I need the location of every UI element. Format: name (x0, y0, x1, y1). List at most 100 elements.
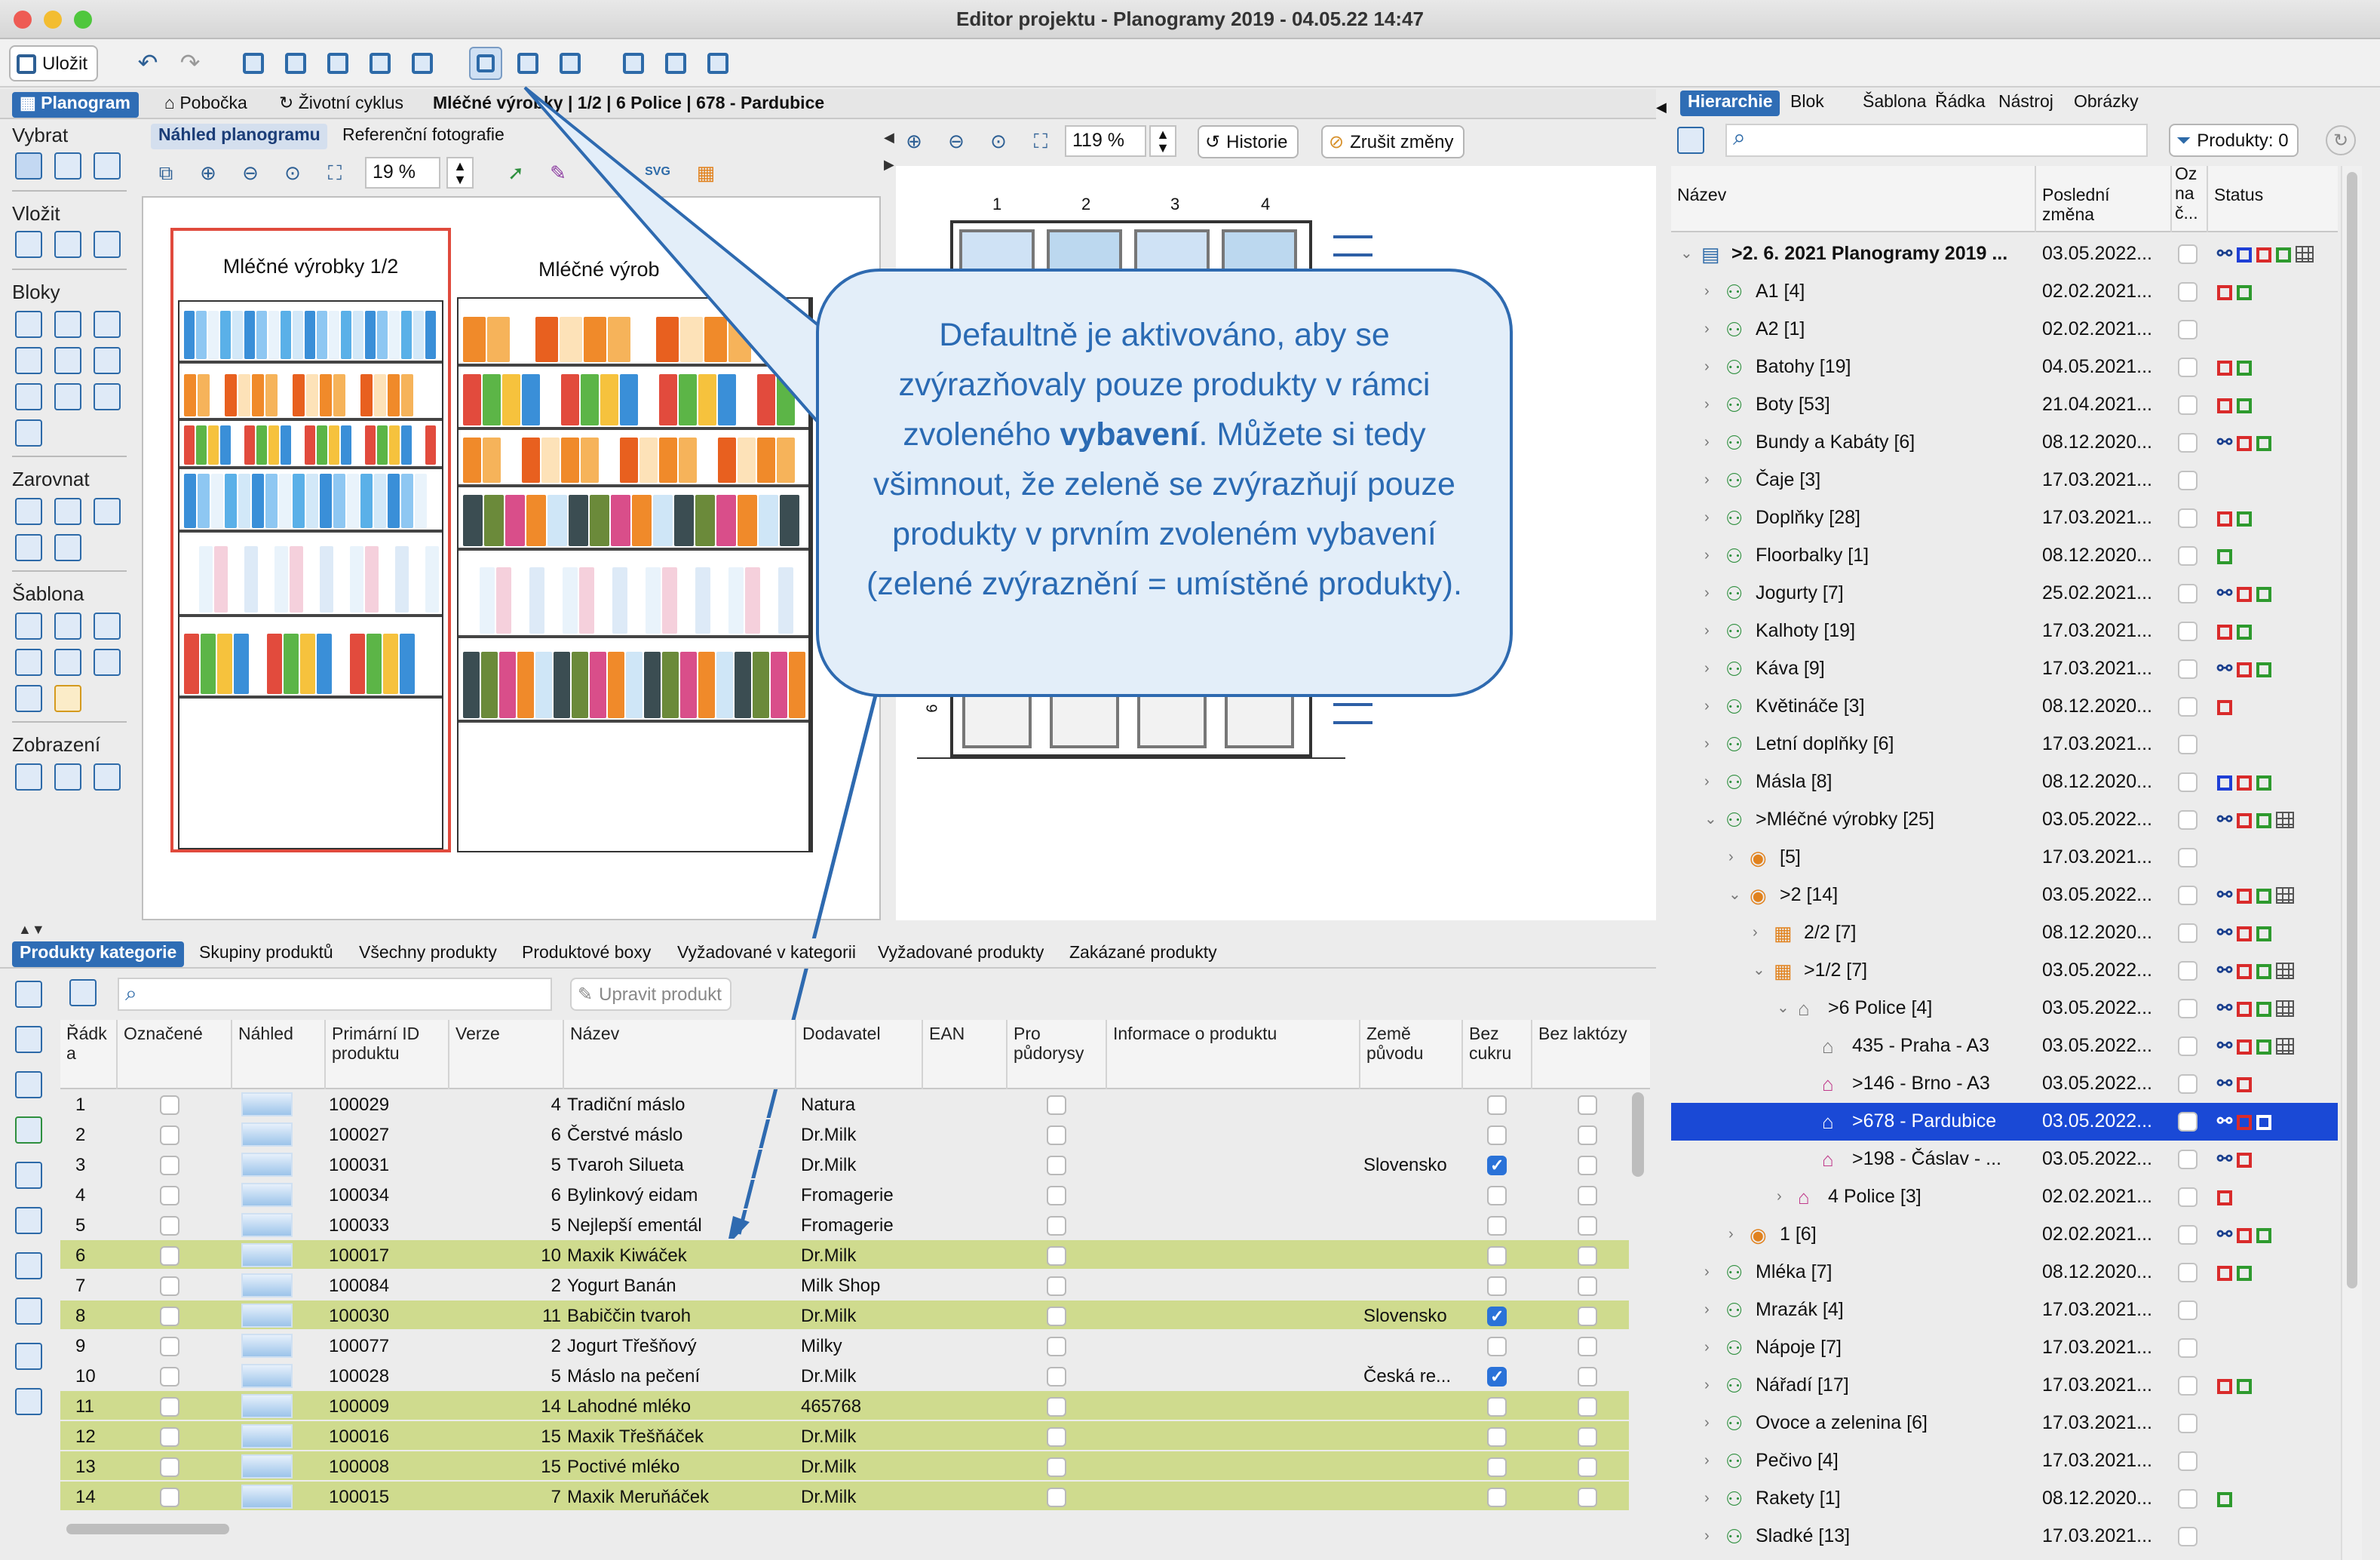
tree-item[interactable]: › ⚇ Bundy a Kabáty [6] 08.12.2020... ⚯ (1671, 424, 2338, 462)
tree-item[interactable]: › ⚇ Květináče [3] 08.12.2020... (1671, 688, 2338, 726)
tree-item-checkbox[interactable] (2178, 358, 2198, 377)
chevron-down-icon[interactable]: ⌄ (1777, 990, 1790, 1027)
tree-item[interactable]: › ⚇ Nápoje [7] 17.03.2021... (1671, 1329, 2338, 1367)
chevron-right-icon[interactable]: › (1704, 1518, 1710, 1555)
chevron-down-icon[interactable]: ⌄ (1728, 877, 1741, 914)
chevron-right-icon[interactable]: › (1704, 424, 1710, 462)
tree-item[interactable]: › ⚇ Mrazák [4] 17.03.2021... (1671, 1291, 2338, 1329)
col-nazev[interactable]: Název (1671, 166, 2036, 232)
tree-item-checkbox[interactable] (2178, 810, 2198, 830)
chevron-right-icon[interactable]: › (1704, 311, 1710, 349)
tree-item-checkbox[interactable] (2178, 1225, 2198, 1245)
tree-item[interactable]: › ⚇ Pečivo [4] 17.03.2021... (1671, 1442, 2338, 1480)
tree-item-checkbox[interactable] (2178, 395, 2198, 415)
tree-item-checkbox[interactable] (2178, 244, 2198, 264)
chevron-right-icon[interactable]: › (1704, 462, 1710, 499)
chevron-right-icon[interactable]: › (1704, 575, 1710, 613)
tree-item-checkbox[interactable] (2178, 923, 2198, 943)
tree-item-checkbox[interactable] (2178, 508, 2198, 528)
tree-item-checkbox[interactable] (2178, 1263, 2198, 1282)
tree-item-checkbox[interactable] (2178, 1376, 2198, 1396)
splitter-left-icon[interactable]: ◀ (884, 130, 894, 146)
tree-item[interactable]: ⌄ ⌂ >6 Police [4] 03.05.2022... ⚯ (1671, 990, 2338, 1027)
tree-item[interactable]: › ⚇ Čaje [3] 17.03.2021... (1671, 462, 2338, 499)
tree-item[interactable]: ⌄ ⚇ >Mléčné výrobky [25] 03.05.2022... ⚯ (1671, 801, 2338, 839)
chevron-right-icon[interactable]: › (1704, 537, 1710, 575)
chevron-right-icon[interactable]: › (1753, 914, 1758, 952)
tab-obrazky[interactable]: Obrázky (2066, 91, 2146, 116)
tree-item-checkbox[interactable] (2178, 622, 2198, 641)
tree-item-checkbox[interactable] (2178, 1414, 2198, 1433)
chevron-down-icon[interactable]: ⌄ (1753, 952, 1765, 990)
tree-item-checkbox[interactable] (2178, 320, 2198, 339)
tree-item-checkbox[interactable] (2178, 999, 2198, 1018)
tree-item[interactable]: › ⚇ Doplňky [28] 17.03.2021... (1671, 499, 2338, 537)
tree-item-checkbox[interactable] (2178, 1150, 2198, 1169)
tree-item[interactable]: ⌂ 435 - Praha - A3 03.05.2022... ⚯ (1671, 1027, 2338, 1065)
tree-scroll-thumb[interactable] (2347, 172, 2357, 1288)
tab-blok[interactable]: Blok (1783, 91, 1832, 116)
tree-item[interactable]: › ⚇ Másla [8] 08.12.2020... (1671, 763, 2338, 801)
tree-item-checkbox[interactable] (2178, 735, 2198, 754)
tree-item-checkbox[interactable] (2178, 1187, 2198, 1207)
tree-item[interactable]: › ◉ 1 [6] 02.02.2021... ⚯ (1671, 1216, 2338, 1254)
tree-item[interactable]: › ⚇ Boty [53] 21.04.2021... (1671, 386, 2338, 424)
tree-item-checkbox[interactable] (2178, 282, 2198, 302)
tree-item-checkbox[interactable] (2178, 1527, 2198, 1546)
chevron-right-icon[interactable]: › (1704, 499, 1710, 537)
tab-sablona[interactable]: Šablona (1855, 91, 1934, 116)
splitter-right-icon[interactable]: ▶ (884, 157, 894, 174)
tree-item[interactable]: ⌂ >198 - Čáslav - ... 03.05.2022... ⚯ (1671, 1141, 2338, 1178)
chevron-right-icon[interactable]: › (1704, 613, 1710, 650)
chevron-right-icon[interactable]: › (1704, 1367, 1710, 1405)
tree-item[interactable]: › ⚇ A1 [4] 02.02.2021... (1671, 273, 2338, 311)
col-posledni-zmena[interactable]: Poslední změna (2036, 166, 2172, 232)
col-oznaceno[interactable]: Oz na č... (2172, 166, 2208, 232)
tree-item-checkbox[interactable] (2178, 772, 2198, 792)
tree-item-checkbox[interactable] (2178, 697, 2198, 717)
tree-item-checkbox[interactable] (2178, 1489, 2198, 1509)
chevron-right-icon[interactable]: › (1704, 349, 1710, 386)
tree-item[interactable]: ⌂ >678 - Pardubice 03.05.2022... ⚯ (1671, 1103, 2338, 1141)
tree-item[interactable]: › ⚇ A2 [1] 02.02.2021... (1671, 311, 2338, 349)
splitter-left-icon[interactable]: ◀ (1656, 100, 1667, 116)
tree-item[interactable]: › ◉ [5] 17.03.2021... (1671, 839, 2338, 877)
chevron-right-icon[interactable]: › (1728, 1216, 1734, 1254)
chevron-right-icon[interactable]: › (1704, 1254, 1710, 1291)
tree-item-checkbox[interactable] (2178, 1074, 2198, 1094)
tree-scrollbar[interactable] (2341, 166, 2362, 1560)
chevron-right-icon[interactable]: › (1704, 1291, 1710, 1329)
tree-item[interactable]: › ⚇ Kalhoty [19] 17.03.2021... (1671, 613, 2338, 650)
tree-item[interactable]: › ⌂ 4 Police [3] 02.02.2021... (1671, 1178, 2338, 1216)
tree-settings-icon[interactable] (1677, 127, 1704, 154)
chevron-right-icon[interactable]: › (1704, 1329, 1710, 1367)
chevron-right-icon[interactable]: › (1704, 726, 1710, 763)
chevron-right-icon[interactable]: › (1704, 386, 1710, 424)
tree-item-checkbox[interactable] (2178, 433, 2198, 453)
tree-item-checkbox[interactable] (2178, 1036, 2198, 1056)
tree-item-checkbox[interactable] (2178, 886, 2198, 905)
tree-item-checkbox[interactable] (2178, 1112, 2198, 1132)
tree-item[interactable]: ⌂ >146 - Brno - A3 03.05.2022... ⚯ (1671, 1065, 2338, 1103)
tab-nastroj[interactable]: Nástroj (1991, 91, 2061, 116)
tab-hierarchie[interactable]: Hierarchie (1680, 91, 1780, 116)
tree-item[interactable]: › ⚇ Mléka [7] 08.12.2020... (1671, 1254, 2338, 1291)
tree-item[interactable]: › ⚇ Nářadí [17] 17.03.2021... (1671, 1367, 2338, 1405)
chevron-right-icon[interactable]: › (1704, 273, 1710, 311)
products-filter-button[interactable]: ⏷ Produkty: 0 (2169, 124, 2299, 157)
chevron-right-icon[interactable]: › (1704, 1480, 1710, 1518)
tree-item-checkbox[interactable] (2178, 1301, 2198, 1320)
tree-item-checkbox[interactable] (2178, 961, 2198, 981)
tree-item[interactable]: › ⚇ Sladké [13] 17.03.2021... (1671, 1518, 2338, 1555)
tree-item[interactable]: ⌄ ◉ >2 [14] 03.05.2022... ⚯ (1671, 877, 2338, 914)
chevron-right-icon[interactable]: › (1777, 1178, 1782, 1216)
tree-item[interactable]: › ⚇ Jogurty [7] 25.02.2021... ⚯ (1671, 575, 2338, 613)
chevron-right-icon[interactable]: › (1728, 839, 1734, 877)
refresh-icon[interactable]: ↻ (2326, 125, 2356, 155)
tree-item[interactable]: › ⚇ Letní doplňky [6] 17.03.2021... (1671, 726, 2338, 763)
tree-item-checkbox[interactable] (2178, 1338, 2198, 1358)
chevron-right-icon[interactable]: › (1704, 650, 1710, 688)
tree-item[interactable]: › ⚇ Rakety [1] 08.12.2020... (1671, 1480, 2338, 1518)
tree-item[interactable]: › ⚇ Káva [9] 17.03.2021... ⚯ (1671, 650, 2338, 688)
chevron-right-icon[interactable]: › (1704, 763, 1710, 801)
